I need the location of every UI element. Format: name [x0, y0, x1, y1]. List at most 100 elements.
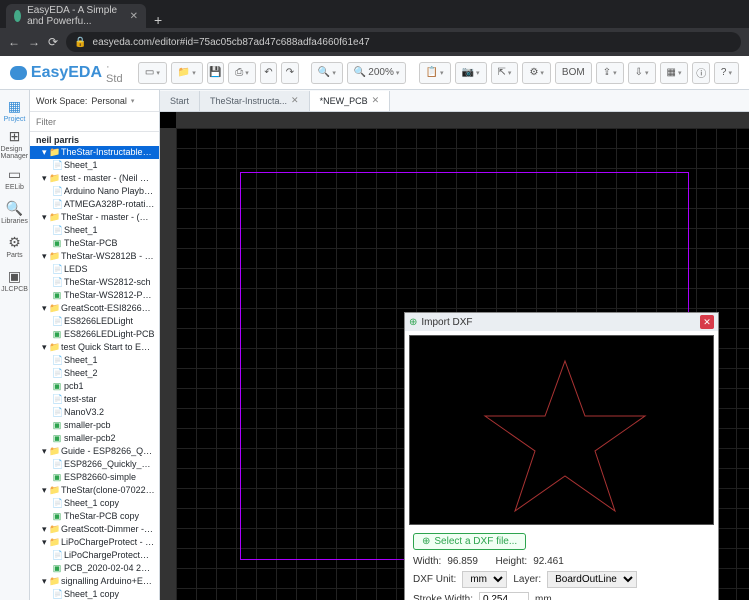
editor-area: StartTheStar-Instructa...✕*NEW_PCB✕ ⊕ Im… [160, 90, 749, 600]
folder-icon: 📁 [49, 173, 59, 184]
help-menu[interactable]: ?▾ [714, 62, 739, 84]
cloud-icon [10, 66, 27, 80]
logo-text: EasyEDA [31, 64, 102, 82]
back-icon[interactable]: ← [8, 35, 20, 49]
tree-node[interactable]: 📄Sheet_1 [30, 354, 159, 367]
grid-menu[interactable]: ▦▾ [660, 62, 689, 84]
logo[interactable]: EasyEDA · Std [10, 61, 126, 85]
tree-node[interactable]: ▣smaller-pcb2 [30, 432, 159, 445]
tree-node[interactable]: ▣ES8266LEDLight-PCB [30, 328, 159, 341]
tree-node[interactable]: 📄Sheet_2 [30, 367, 159, 380]
redo-button[interactable]: ↷ [281, 62, 298, 84]
tree-node[interactable]: ▣pcb1 [30, 380, 159, 393]
layer-select[interactable]: BoardOutLine [547, 571, 637, 588]
tree-node[interactable]: ▣ESP82660-simple [30, 471, 159, 484]
tree-node[interactable]: 📄Sheet_1 copy [30, 588, 159, 600]
sch-icon: 📄 [52, 368, 62, 379]
pcb-icon: ▣ [52, 329, 62, 340]
workspace-selector[interactable]: Work Space: Personal ▾ [30, 90, 159, 112]
tree-node[interactable]: ▣TheStar-PCB copy [30, 510, 159, 523]
dxf-unit-select[interactable]: mm [462, 571, 507, 588]
tab-title: EasyEDA - A Simple and Powerfu... [27, 5, 120, 27]
stroke-width-input[interactable] [479, 592, 529, 600]
tree-node[interactable]: ▣TheStar-PCB [30, 237, 159, 250]
rail-item-parts[interactable]: ⚙Parts [1, 230, 29, 262]
tree-node[interactable]: ▣TheStar-WS2812-PCB [30, 289, 159, 302]
close-icon[interactable]: ✕ [700, 315, 714, 329]
tree-node[interactable]: ▾ 📁TheStar-WS2812B - master - (Nei... [30, 250, 159, 263]
tree-node[interactable]: ▾ 📁Guide - ESP8266_Quickly Design ... [30, 445, 159, 458]
tree-node[interactable]: ▾ 📁test Quick Start to EasyEDA - mas... [30, 341, 159, 354]
tree-root[interactable]: neil parris [30, 134, 159, 146]
tree-node[interactable]: ▾ 📁LiPoChargeProtect - master - (Neil ..… [30, 536, 159, 549]
rail-item-design-manager[interactable]: ⊞Design Manager [1, 128, 29, 160]
dialog-titlebar[interactable]: ⊕ Import DXF ✕ [405, 313, 718, 331]
editor-tab[interactable]: *NEW_PCB✕ [310, 91, 391, 111]
close-icon[interactable]: ✕ [372, 95, 380, 106]
rail-item-eelib[interactable]: ▭EELib [1, 162, 29, 194]
tree-node[interactable]: 📄Arduino Nano Playboard [30, 185, 159, 198]
forward-icon[interactable]: → [28, 35, 40, 49]
rail-item-project[interactable]: ▦Project [1, 94, 29, 126]
sch-icon: 📄 [52, 199, 62, 210]
pcb-canvas[interactable]: ⊕ Import DXF ✕ ⊕ Select a DXF file... [160, 112, 749, 600]
share-menu[interactable]: ⇪▾ [596, 62, 624, 84]
settings-menu[interactable]: ⚙▾ [522, 62, 550, 84]
tree-node[interactable]: ▣smaller-pcb [30, 419, 159, 432]
filter-input[interactable] [36, 117, 153, 127]
zoom-tool[interactable]: 🔍▾ [311, 62, 343, 84]
pcb-icon: ▣ [52, 420, 62, 431]
download-menu[interactable]: ⇩▾ [628, 62, 656, 84]
tree-node[interactable]: 📄ESP8266_Quickly_Design [30, 458, 159, 471]
tree-node[interactable]: 📄Sheet_1 [30, 159, 159, 172]
tree-node[interactable]: ▾ 📁GreatScott-Dimmer - master - (Nei... [30, 523, 159, 536]
tree-node[interactable]: ▾ 📁TheStar-Instructables - master - (N..… [30, 146, 159, 159]
editor-tab[interactable]: Start [160, 91, 200, 111]
rail-icon: 🔍 [6, 200, 23, 217]
bom-button[interactable]: BOM [555, 62, 592, 84]
tree-node[interactable]: ▾ 📁TheStar(clone-07022020) - master... [30, 484, 159, 497]
save-button[interactable]: 💾 [207, 62, 224, 84]
close-icon[interactable]: ✕ [291, 95, 299, 106]
clipboard-menu[interactable]: 📋▾ [419, 62, 451, 84]
tree-node[interactable]: ▣PCB_2020-02-04 23:37:14 [30, 562, 159, 575]
sch-icon: 📄 [52, 160, 62, 171]
file-menu[interactable]: ▭▾ [138, 62, 167, 84]
tree-node[interactable]: ▾ 📁GreatScott-ESI8266LEDLight - mast... [30, 302, 159, 315]
tree-node[interactable]: 📄NanoV3.2 [30, 406, 159, 419]
editor-tabs: StartTheStar-Instructa...✕*NEW_PCB✕ [160, 90, 749, 112]
reload-icon[interactable]: ⟳ [48, 35, 58, 49]
close-icon[interactable]: ✕ [130, 11, 138, 22]
stroke-row: Stroke Width: mm [405, 590, 718, 600]
tree-node[interactable]: 📄ES8266LEDLight [30, 315, 159, 328]
rail-item-libraries[interactable]: 🔍Libraries [1, 196, 29, 228]
tree-node[interactable]: 📄Sheet_1 [30, 224, 159, 237]
sch-icon: 📄 [52, 355, 62, 366]
undo-button[interactable]: ↶ [260, 62, 277, 84]
tree-node[interactable]: 📄Sheet_1 copy [30, 497, 159, 510]
editor-tab[interactable]: TheStar-Instructa...✕ [200, 91, 310, 111]
tree-node[interactable]: ▾ 📁TheStar - master - (Neil Parris) [30, 211, 159, 224]
tree-node[interactable]: 📄LEDS [30, 263, 159, 276]
tree-node[interactable]: ▾ 📁test - master - (Neil Parris) [30, 172, 159, 185]
rail-item-jlcpcb[interactable]: ▣JLCPCB [1, 264, 29, 296]
new-tab-button[interactable]: + [146, 12, 170, 28]
camera-menu[interactable]: 📷▾ [455, 62, 487, 84]
rail-icon: ▭ [8, 166, 21, 183]
sch-icon: 📄 [52, 186, 62, 197]
export-menu[interactable]: ⇱▾ [491, 62, 519, 84]
folder-menu[interactable]: 📁▾ [171, 62, 203, 84]
tree-node[interactable]: ▾ 📁signalling Arduino+ESP8266+SIM8... [30, 575, 159, 588]
browser-tab[interactable]: EasyEDA - A Simple and Powerfu... ✕ [6, 4, 146, 28]
unit-layer-row: DXF Unit: mm Layer: BoardOutLine [405, 569, 718, 590]
url-input[interactable]: 🔒 easyeda.com/editor#id=75ac05cb87ad47c6… [66, 32, 741, 52]
tree-node[interactable]: 📄TheStar-WS2812-sch [30, 276, 159, 289]
select-dxf-button[interactable]: ⊕ Select a DXF file... [413, 533, 526, 550]
tree-node[interactable]: 📄test-star [30, 393, 159, 406]
tree-node[interactable]: 📄ATMEGA328P-rotation-test [30, 198, 159, 211]
zoom-value[interactable]: 🔍 200%▾ [347, 62, 407, 84]
pcb-icon: ▣ [52, 238, 62, 249]
info-button[interactable]: ⓘ [692, 62, 709, 84]
print-menu[interactable]: ⎙▾ [228, 62, 256, 84]
tree-node[interactable]: 📄LiPoChargeProtectBoost [30, 549, 159, 562]
